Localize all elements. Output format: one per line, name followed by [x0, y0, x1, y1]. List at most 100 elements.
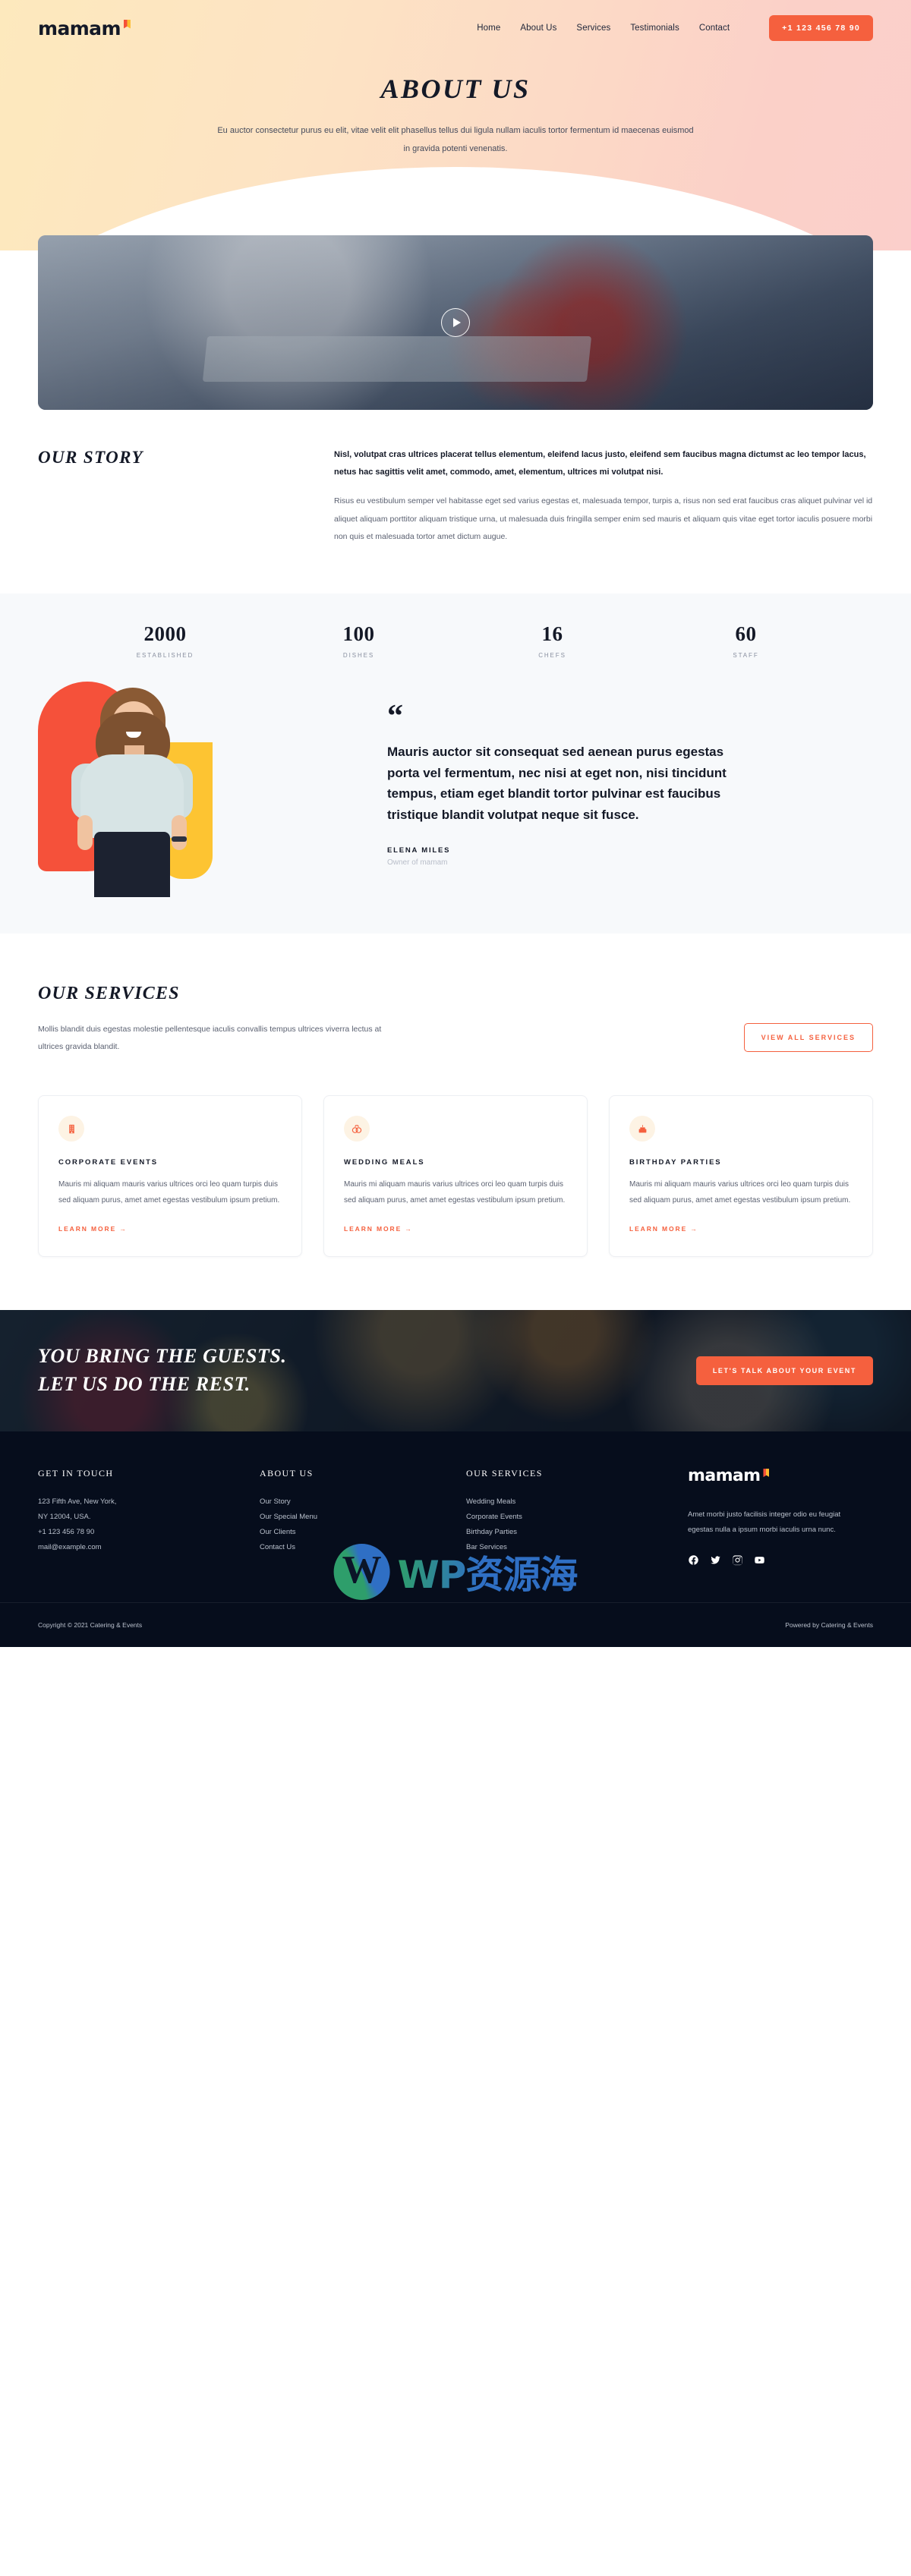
- footer-link-our-clients[interactable]: Our Clients: [260, 1525, 449, 1540]
- our-services-section: OUR SERVICES Mollis blandit duis egestas…: [38, 934, 873, 1310]
- service-card-text: Mauris mi aliquam mauris varius ultrices…: [58, 1180, 280, 1205]
- stat-number: 100: [342, 622, 375, 645]
- story-body-paragraph: Risus eu vestibulum semper vel habitasse…: [334, 496, 873, 542]
- stat-established: 2000 ESTABLISHED: [68, 622, 262, 659]
- services-header: OUR SERVICES Mollis blandit duis egestas…: [38, 984, 873, 1056]
- view-all-services-button[interactable]: VIEW ALL SERVICES: [743, 1022, 873, 1052]
- footer-column-brand: mamam Amet morbi justo facilisis integer…: [688, 1468, 873, 1566]
- play-triangle: [452, 318, 461, 327]
- footer-logo[interactable]: mamam: [688, 1468, 873, 1485]
- footer-brand-description: Amet morbi justo facilisis integer odio …: [688, 1510, 841, 1535]
- cta-title-line2: LET US DO THE REST.: [38, 1373, 251, 1396]
- stats-section: 2000 ESTABLISHED 100 DISHES 16 CHEFS 60 …: [0, 593, 911, 682]
- testimonial-photo: [38, 681, 342, 897]
- footer-heading-get-in-touch: GET IN TOUCH: [38, 1468, 114, 1479]
- quote-icon: “: [387, 698, 403, 734]
- story-title: OUR STORY: [38, 448, 143, 467]
- stat-number: 16: [541, 622, 563, 645]
- service-card-text: Mauris mi aliquam mauris varius ultrices…: [629, 1180, 851, 1205]
- nav-item-contact[interactable]: Contact: [699, 24, 730, 33]
- learn-more-link[interactable]: LEARN MORE →: [629, 1225, 698, 1233]
- testimonial-section: “ Mauris auctor sit consequat sed aenean…: [0, 681, 911, 934]
- footer-link-contact-us[interactable]: Contact Us: [260, 1540, 449, 1555]
- nav-item-testimonials[interactable]: Testimonials: [630, 24, 679, 33]
- footer-column-services: OUR SERVICES Wedding Meals Corporate Eve…: [466, 1468, 671, 1566]
- flag-icon: [763, 1469, 770, 1478]
- video-player[interactable]: [38, 235, 873, 410]
- social-links: [688, 1554, 873, 1566]
- instagram-icon[interactable]: [732, 1554, 743, 1566]
- footer-heading-our-services: OUR SERVICES: [466, 1468, 543, 1479]
- nav-links: Home About Us Services Testimonials Cont…: [477, 15, 873, 41]
- stat-label: ESTABLISHED: [136, 651, 194, 659]
- footer-logo-text: mamam: [688, 1466, 761, 1486]
- footer-services-links: Wedding Meals Corporate Events Birthday …: [466, 1494, 671, 1555]
- service-card-title: BIRTHDAY PARTIES: [629, 1158, 722, 1167]
- nav-item-home[interactable]: Home: [477, 24, 500, 33]
- services-title: OUR SERVICES: [38, 983, 180, 1003]
- stat-label: STAFF: [733, 651, 759, 659]
- main-navigation: mamam Home About Us Services Testimonial…: [38, 0, 873, 56]
- play-icon[interactable]: [441, 308, 470, 337]
- footer-link-bar-services[interactable]: Bar Services: [466, 1540, 671, 1555]
- cta-title-line1: YOU BRING THE GUESTS.: [38, 1345, 287, 1368]
- cake-icon: [629, 1116, 655, 1142]
- testimonial-content: “ Mauris auctor sit consequat sed aenean…: [387, 682, 873, 894]
- service-card-title: CORPORATE EVENTS: [58, 1158, 159, 1167]
- nav-item-about-us[interactable]: About Us: [520, 24, 556, 33]
- testimonial-author-role: Owner of mamam: [387, 858, 448, 868]
- footer-link-birthday-parties[interactable]: Birthday Parties: [466, 1525, 671, 1540]
- testimonial-text: Mauris auctor sit consequat sed aenean p…: [387, 744, 727, 822]
- stat-dishes: 100 DISHES: [262, 622, 456, 659]
- stat-number: 60: [735, 622, 757, 645]
- stats-row: 2000 ESTABLISHED 100 DISHES 16 CHEFS 60 …: [68, 622, 843, 659]
- flag-icon: [123, 19, 131, 29]
- building-icon: [58, 1116, 84, 1142]
- cta-button[interactable]: LET'S TALK ABOUT YOUR EVENT: [695, 1356, 873, 1386]
- footer-link-corporate-events[interactable]: Corporate Events: [466, 1510, 671, 1525]
- story-lead-paragraph: Nisl, volutpat cras ultrices placerat te…: [334, 450, 866, 477]
- footer-columns: GET IN TOUCH 123 Fifth Ave, New York, NY…: [38, 1468, 873, 1566]
- site-logo[interactable]: mamam: [38, 19, 131, 38]
- footer-email[interactable]: mail@example.com: [38, 1540, 243, 1555]
- hero-section: mamam Home About Us Services Testimonial…: [0, 0, 911, 250]
- rings-icon: [344, 1116, 370, 1142]
- site-logo-text: mamam: [38, 17, 121, 39]
- footer-about-links: Our Story Our Special Menu Our Clients C…: [260, 1494, 449, 1555]
- footer-phone[interactable]: +1 123 456 78 90: [38, 1525, 243, 1540]
- footer-contact-details: 123 Fifth Ave, New York, NY 12004, USA. …: [38, 1494, 243, 1555]
- footer-address-line-1: 123 Fifth Ave, New York,: [38, 1497, 117, 1507]
- services-heading-block: OUR SERVICES Mollis blandit duis egestas…: [38, 984, 402, 1056]
- testimonial-author-name: ELENA MILES: [387, 846, 451, 855]
- learn-more-link[interactable]: LEARN MORE →: [58, 1225, 128, 1233]
- youtube-icon[interactable]: [754, 1554, 765, 1566]
- footer-address-line-2: NY 12004, USA.: [38, 1513, 91, 1522]
- our-story-section: OUR STORY Nisl, volutpat cras ultrices p…: [38, 410, 873, 594]
- service-card-title: WEDDING MEALS: [344, 1158, 425, 1167]
- cta-content: YOU BRING THE GUESTS. LET US DO THE REST…: [38, 1310, 873, 1431]
- page-title: ABOUT US: [380, 74, 531, 104]
- nav-item-services[interactable]: Services: [576, 24, 610, 33]
- footer-column-contact: GET IN TOUCH 123 Fifth Ave, New York, NY…: [38, 1468, 243, 1566]
- twitter-icon[interactable]: [710, 1554, 721, 1566]
- avatar: [65, 687, 198, 897]
- service-card-wedding-meals[interactable]: WEDDING MEALS Mauris mi aliquam mauris v…: [323, 1095, 588, 1258]
- stat-chefs: 16 CHEFS: [456, 622, 649, 659]
- service-card-text: Mauris mi aliquam mauris varius ultrices…: [344, 1180, 566, 1205]
- service-card-birthday-parties[interactable]: BIRTHDAY PARTIES Mauris mi aliquam mauri…: [609, 1095, 873, 1258]
- learn-more-link[interactable]: LEARN MORE →: [344, 1225, 413, 1233]
- hero-body: ABOUT US Eu auctor consectetur purus eu …: [0, 56, 911, 158]
- phone-button[interactable]: +1 123 456 78 90: [769, 15, 873, 41]
- footer-bottom-inner: Copyright © 2021 Catering & Events Power…: [38, 1603, 873, 1647]
- footer-column-about: ABOUT US Our Story Our Special Menu Our …: [260, 1468, 449, 1566]
- hero-subtitle: Eu auctor consectetur purus eu elit, vit…: [217, 126, 694, 154]
- service-card-corporate-events[interactable]: CORPORATE EVENTS Mauris mi aliquam mauri…: [38, 1095, 302, 1258]
- facebook-icon[interactable]: [688, 1554, 699, 1566]
- footer-link-our-story[interactable]: Our Story: [260, 1494, 449, 1510]
- stat-label: CHEFS: [538, 651, 566, 659]
- story-text-block: Nisl, volutpat cras ultrices placerat te…: [334, 446, 873, 546]
- services-cards: CORPORATE EVENTS Mauris mi aliquam mauri…: [38, 1095, 873, 1310]
- stat-label: DISHES: [342, 651, 375, 659]
- footer-link-wedding-meals[interactable]: Wedding Meals: [466, 1494, 671, 1510]
- footer-link-our-special-menu[interactable]: Our Special Menu: [260, 1510, 449, 1525]
